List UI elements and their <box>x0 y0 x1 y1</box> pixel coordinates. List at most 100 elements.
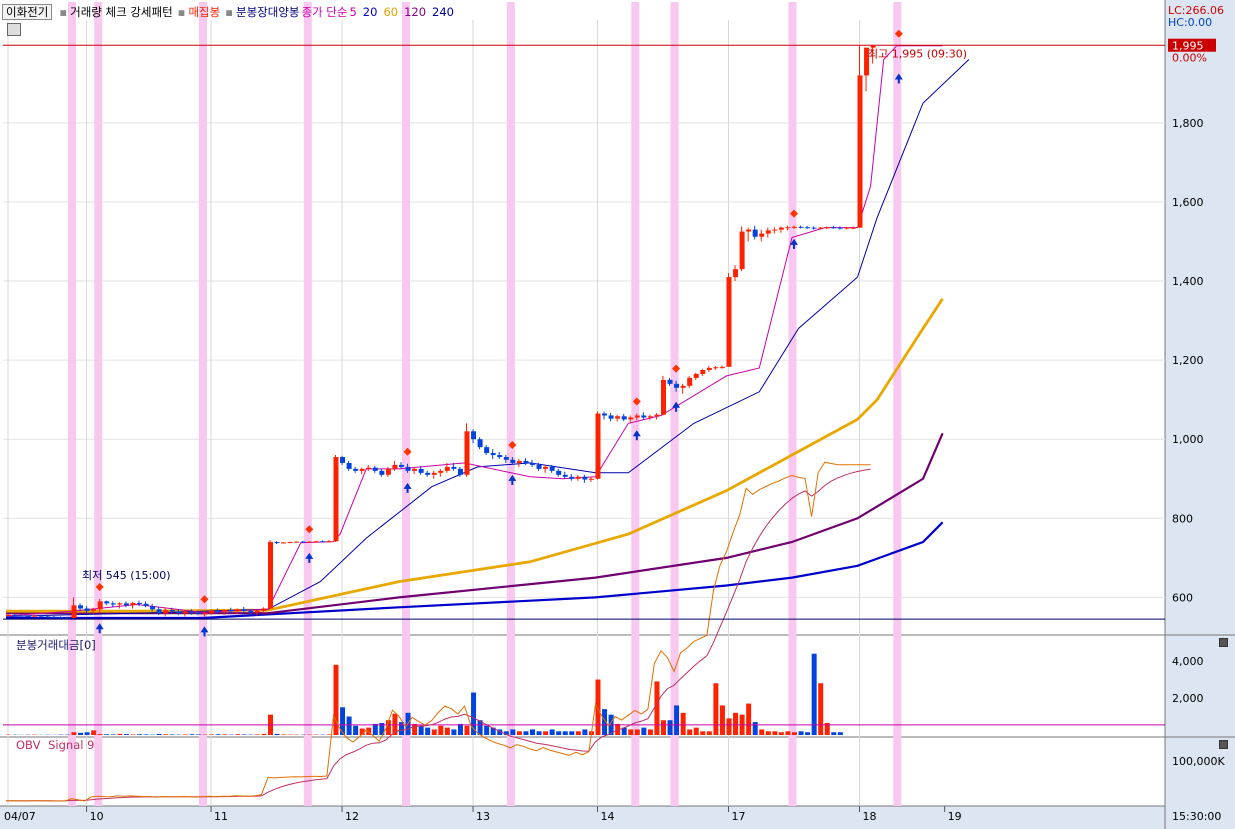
legend-item[interactable]: 분봉장대양봉 <box>236 5 299 19</box>
candle-body <box>45 616 51 618</box>
candle-body <box>530 462 535 465</box>
volume-bar <box>778 732 784 735</box>
highlight-bar <box>506 2 515 806</box>
candle-body <box>451 466 457 469</box>
candle-body <box>64 617 70 619</box>
volume-bar <box>274 733 280 735</box>
highlight-bar <box>68 2 76 806</box>
candle-body <box>38 615 44 617</box>
legend-item[interactable]: 5 <box>349 5 356 19</box>
candle-body <box>706 368 712 371</box>
volume-bar <box>195 734 201 735</box>
volume-bar <box>746 703 752 735</box>
high-annotation: 최고 1,995 (09:30) <box>868 48 967 61</box>
obv-signal-label: Signal 9 <box>48 738 95 752</box>
legend-item[interactable]: 240 <box>432 5 454 19</box>
candle-body <box>326 541 332 543</box>
volume-close-icon[interactable] <box>1219 638 1228 647</box>
volume-bar <box>752 722 758 735</box>
candle-body <box>831 227 837 229</box>
highlight-bar <box>199 2 207 806</box>
legend-item[interactable]: 거래량 체크 강세패턴 <box>70 5 173 19</box>
candle-body <box>667 379 673 384</box>
candle-body <box>733 269 739 278</box>
legend-item[interactable]: 120 <box>404 5 426 19</box>
time-label: 13 <box>476 810 490 823</box>
volume-bar <box>556 731 562 735</box>
candle-body <box>471 431 477 440</box>
highlight-bar <box>402 2 411 806</box>
candle-body <box>621 416 627 420</box>
obv-close-icon[interactable] <box>1219 740 1228 749</box>
volume-bar <box>759 729 765 735</box>
volume-bar <box>209 734 215 735</box>
candle-body <box>91 609 97 611</box>
price-tick-label: 600 <box>1172 591 1193 604</box>
candle-body <box>818 227 824 229</box>
volume-bar <box>189 734 195 735</box>
volume-bar <box>464 725 470 735</box>
candle-body <box>615 416 621 419</box>
candle-body <box>137 602 142 604</box>
volume-bar <box>215 734 221 735</box>
candle-body <box>235 609 241 612</box>
volume-bar <box>667 720 673 735</box>
legend-item[interactable]: 20 <box>363 5 378 19</box>
volume-bar <box>687 729 693 735</box>
volume-tick-label: 4,000 <box>1172 655 1204 668</box>
legend-separator: ▪ <box>177 5 186 19</box>
stock-name-tag[interactable]: 이화전기 <box>2 4 53 20</box>
candle-body <box>385 468 391 475</box>
candle-body <box>844 227 850 229</box>
candle-body <box>746 229 752 232</box>
candle-body <box>340 457 346 463</box>
legend-item[interactable]: 종가 단순 <box>301 5 347 19</box>
price-tick-label: 800 <box>1172 512 1193 525</box>
volume-bar <box>726 718 732 735</box>
legend-separator: ▪ <box>225 5 233 19</box>
legend-item[interactable]: 매집봉 <box>188 5 220 19</box>
candle-body <box>25 615 31 617</box>
obv-line <box>5 461 871 802</box>
candle-body <box>176 611 182 614</box>
candle-body <box>641 415 647 418</box>
volume-bar <box>418 725 424 735</box>
volume-bar <box>117 733 123 735</box>
low-annotation: 최저 545 (15:00) <box>82 569 171 582</box>
volume-bar <box>431 729 437 735</box>
volume-bar <box>641 727 647 735</box>
candle-body <box>399 464 404 467</box>
candle-body <box>195 612 201 614</box>
volume-bar <box>261 733 267 735</box>
time-label: 14 <box>601 810 615 823</box>
legend-item[interactable]: 60 <box>383 5 398 19</box>
candle-body <box>268 542 273 609</box>
candle-body <box>150 606 156 610</box>
candle-body <box>457 468 463 475</box>
candle-body <box>569 476 575 479</box>
volume-bar <box>719 705 725 735</box>
candle-body <box>850 227 856 229</box>
obv-panel-title: OBV Signal 9 <box>16 738 94 752</box>
candle-body <box>372 467 378 471</box>
volume-bar <box>169 734 175 735</box>
candle-body <box>287 542 293 544</box>
candle-body <box>58 617 64 619</box>
volume-bar <box>71 732 77 735</box>
volume-bar <box>654 681 660 735</box>
volume-bar <box>582 729 588 735</box>
candle-body <box>307 541 313 543</box>
candle-body <box>110 603 116 605</box>
candle-body <box>84 608 90 611</box>
obv-tick-label: 100,000K <box>1172 755 1225 768</box>
volume-bar <box>425 727 431 735</box>
candle-body <box>248 610 254 613</box>
calculator-icon[interactable] <box>7 23 21 36</box>
ma60-line <box>6 298 944 613</box>
volume-bar <box>831 732 837 735</box>
candle-body <box>300 541 306 543</box>
candle-body <box>366 467 372 469</box>
volume-bar <box>543 731 549 735</box>
volume-bar <box>772 731 778 735</box>
candle-body <box>431 472 437 475</box>
